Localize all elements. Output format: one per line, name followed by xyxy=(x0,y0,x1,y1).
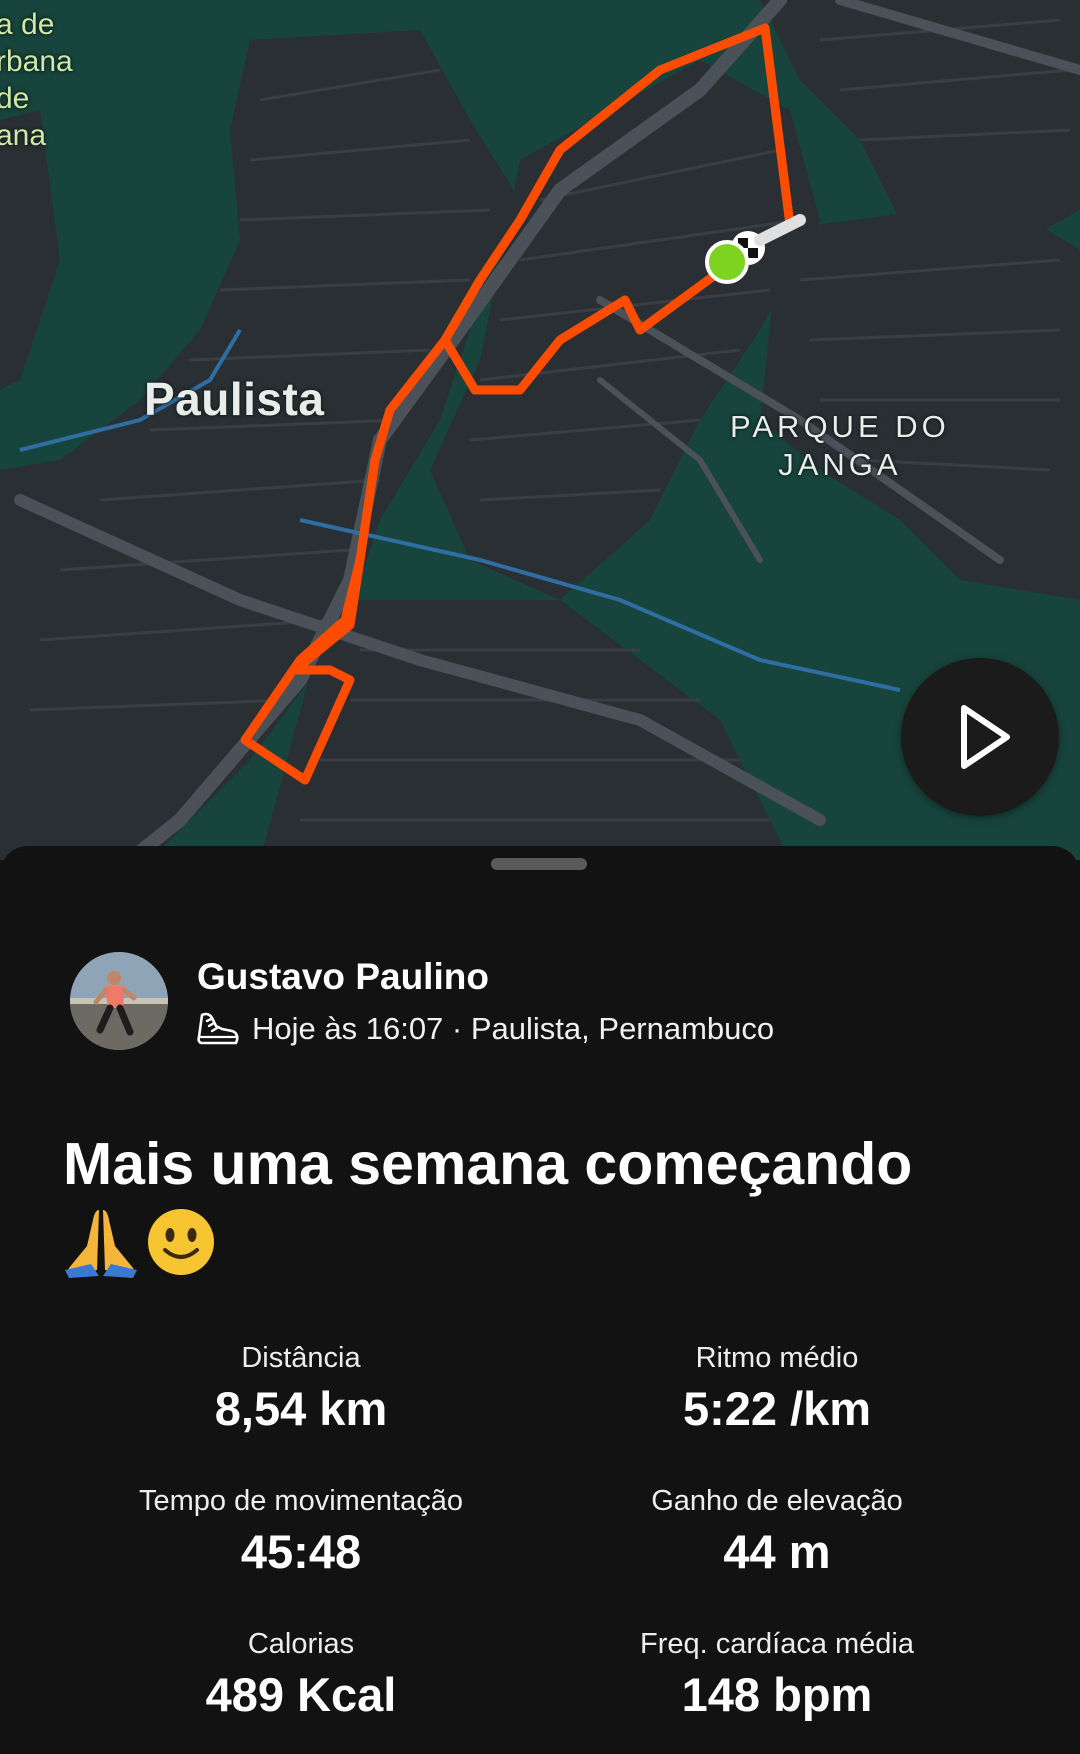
map-label-park: PARQUE DO JANGA xyxy=(730,409,950,482)
stat-value: 8,54 km xyxy=(214,1382,388,1435)
praying-hands-emoji xyxy=(65,1210,137,1278)
title-emojis xyxy=(63,1206,217,1278)
smiling-face-emoji xyxy=(148,1209,214,1275)
stat-moving-time: Tempo de movimentação 45:48 xyxy=(66,1481,536,1581)
stat-value: 44 m xyxy=(723,1525,831,1578)
activity-meta: Hoje às 16:07 · Paulista, Pernambuco xyxy=(196,1009,774,1049)
stat-value: 45:48 xyxy=(240,1525,362,1578)
avatar[interactable] xyxy=(70,952,168,1050)
map-label-city: Paulista xyxy=(144,373,325,425)
running-shoe-icon xyxy=(197,1012,239,1045)
stat-label: Freq. cardíaca média xyxy=(639,1628,914,1660)
activity-details-sheet: Gustavo Paulino Hoje às 16:07 · Paulista… xyxy=(0,846,1080,1754)
stat-average-pace: Ritmo médio 5:22 /km xyxy=(542,1338,1012,1438)
stat-value: 148 bpm xyxy=(681,1668,873,1721)
activity-location: Paulista, Pernambuco xyxy=(470,1011,775,1046)
start-marker-icon xyxy=(705,240,749,284)
stat-value: 489 Kcal xyxy=(205,1668,397,1721)
stat-distance: Distância 8,54 km xyxy=(66,1338,536,1438)
stat-label: Tempo de movimentação xyxy=(139,1485,463,1517)
activity-title: Mais uma semana começando xyxy=(63,1131,913,1197)
athlete-name[interactable]: Gustavo Paulino xyxy=(197,956,489,998)
sheet-drag-handle[interactable] xyxy=(491,858,587,870)
play-icon xyxy=(961,705,1010,769)
meta-separator: · xyxy=(443,1011,471,1046)
activity-time: Hoje às 16:07 xyxy=(252,1011,444,1046)
play-route-button[interactable] xyxy=(901,658,1059,816)
stat-label: Ritmo médio xyxy=(695,1342,859,1374)
stat-elevation-gain: Ganho de elevação 44 m xyxy=(542,1481,1012,1581)
map-label-corner: a de rbana de ana xyxy=(0,8,73,152)
stat-label: Calorias xyxy=(247,1628,355,1660)
stat-calories: Calorias 489 Kcal xyxy=(66,1624,536,1724)
stat-label: Distância xyxy=(241,1342,361,1374)
route-map[interactable]: a de rbana de ana Paulista PARQUE DO JAN… xyxy=(0,0,1080,860)
stat-label: Ganho de elevação xyxy=(651,1485,903,1517)
stat-average-heart-rate: Freq. cardíaca média 148 bpm xyxy=(542,1624,1012,1724)
stat-value: 5:22 /km xyxy=(682,1382,872,1435)
